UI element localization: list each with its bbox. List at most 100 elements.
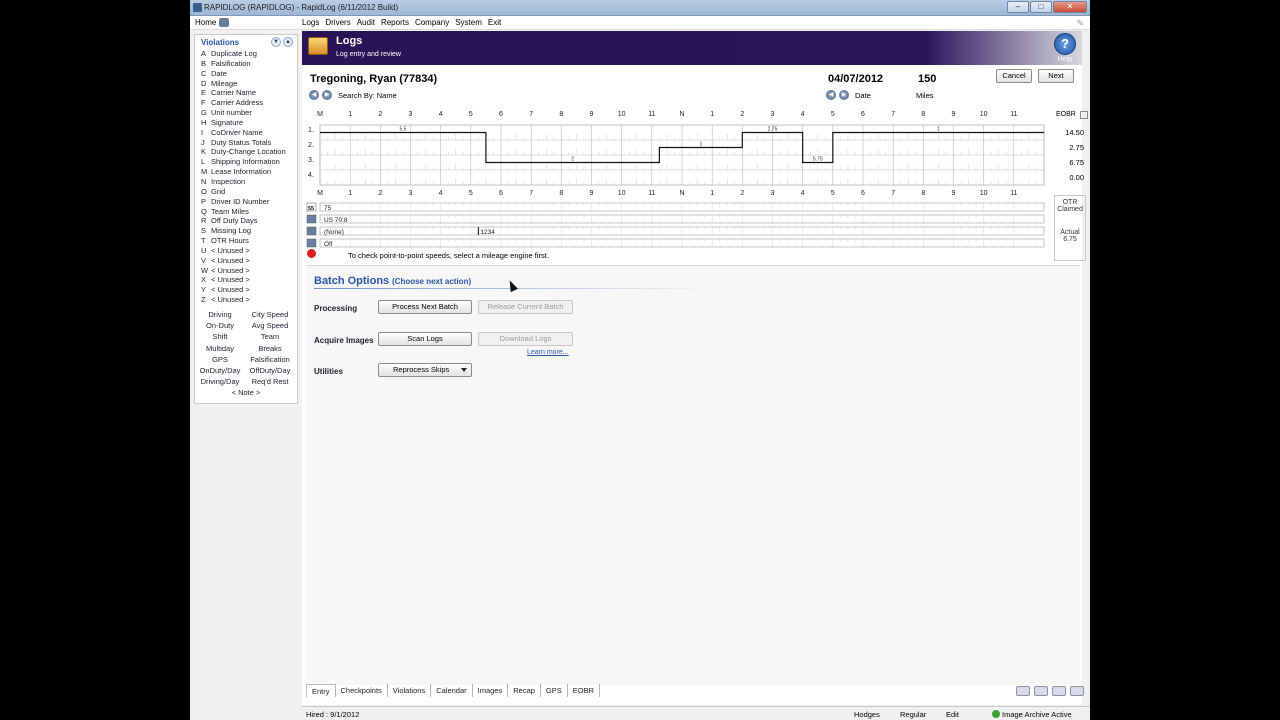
violation-item[interactable]: T OTR Hours xyxy=(201,236,297,246)
printer-icon[interactable] xyxy=(1052,686,1066,696)
violation-category[interactable]: City Speed xyxy=(245,309,295,320)
menu-audit[interactable]: Audit xyxy=(357,18,375,27)
violation-item[interactable]: S Missing Log xyxy=(201,226,297,236)
release-current-batch-button[interactable]: Release Current Batch xyxy=(478,300,573,314)
tab-calendar[interactable]: Calendar xyxy=(431,684,473,697)
violation-category[interactable]: Falsification xyxy=(245,354,295,365)
violation-category[interactable]: OffDuty/Day xyxy=(245,365,295,376)
violation-item[interactable]: K Duty-Change Location xyxy=(201,147,297,157)
hour-label: 9 xyxy=(590,111,594,118)
menu-exit[interactable]: Exit xyxy=(488,18,501,27)
violation-category[interactable]: On-Duty xyxy=(195,320,245,331)
learn-more-link[interactable]: Learn more... xyxy=(527,349,569,356)
violation-key: W xyxy=(201,265,209,275)
violation-item[interactable]: I CoDriver Name xyxy=(201,128,297,138)
violation-categories: Driving City Speed On-Duty Avg Speed Shift Te… xyxy=(195,309,297,387)
eobr-checkbox[interactable] xyxy=(1080,111,1088,119)
violation-item[interactable]: W < Unused > xyxy=(201,266,297,276)
violation-item[interactable]: Q Team Miles xyxy=(201,207,297,217)
tab-violations[interactable]: Violations xyxy=(388,684,432,697)
menu-drivers[interactable]: Drivers xyxy=(325,18,350,27)
tab-entry[interactable]: Entry xyxy=(306,684,336,697)
violation-item[interactable]: Y < Unused > xyxy=(201,285,297,295)
violation-item[interactable]: Z < Unused > xyxy=(201,295,297,305)
miles-label: Miles xyxy=(916,91,934,100)
tab-recap[interactable]: Recap xyxy=(508,684,541,697)
violation-item[interactable]: G Unit number xyxy=(201,108,297,118)
hour-label: 4 xyxy=(801,190,805,197)
menu-company[interactable]: Company xyxy=(415,18,449,27)
menu-logs[interactable]: Logs xyxy=(302,18,319,27)
violation-item[interactable]: D Mileage xyxy=(201,79,297,89)
violation-category[interactable]: Multiday xyxy=(195,343,245,354)
hour-label: 6 xyxy=(861,190,865,197)
violation-key: D xyxy=(201,78,207,88)
reprocess-skips-dropdown[interactable]: Reprocess Skips xyxy=(378,363,472,377)
otr-actual-label: Actual xyxy=(1060,229,1080,236)
edit-status: Edit xyxy=(946,710,959,719)
dropdown-icon[interactable]: ▼ xyxy=(271,37,281,47)
truck-icon[interactable] xyxy=(1034,686,1048,696)
violation-item[interactable]: B Falsification xyxy=(201,59,297,69)
hour-label: 7 xyxy=(891,111,895,118)
help-icon[interactable]: ? xyxy=(1054,33,1076,55)
scan-logs-button[interactable]: Scan Logs xyxy=(378,332,472,346)
next-button[interactable]: Next xyxy=(1038,69,1074,83)
violation-item[interactable]: R Off Duty Days xyxy=(201,216,297,226)
strip-value: (None) xyxy=(324,229,344,236)
duty-total: 14.50 xyxy=(1065,128,1084,137)
cancel-button[interactable]: Cancel xyxy=(996,69,1032,83)
maximize-button[interactable]: □ xyxy=(1030,1,1052,13)
download-logs-button[interactable]: Download Logs xyxy=(478,332,573,346)
duty-status-graph[interactable]: M 1 2 3 4 5 6 7 8 9 10 11 N 1 2 3 4 5 6 7 8 9 10 11M 1 2 3 4 5 6 7 8 9 10… xyxy=(302,109,1052,259)
violations-title: Violations xyxy=(201,37,240,47)
process-next-batch-button[interactable]: Process Next Batch xyxy=(378,300,472,314)
note-link[interactable]: < Note > xyxy=(195,388,297,397)
violation-category[interactable]: Driving xyxy=(195,309,245,320)
violation-item[interactable]: C Date xyxy=(201,69,297,79)
violation-item[interactable]: L Shipping Information xyxy=(201,157,297,167)
violation-category[interactable]: Shift xyxy=(195,331,245,342)
violation-category[interactable]: GPS xyxy=(195,354,245,365)
violation-item[interactable]: A Duplicate Log xyxy=(201,49,297,59)
prev-date-icon[interactable]: ◀ xyxy=(826,90,836,100)
violation-category[interactable]: Team xyxy=(245,331,295,342)
help-label[interactable]: Help xyxy=(1058,56,1072,63)
violation-category[interactable]: Avg Speed xyxy=(245,320,295,331)
violation-item[interactable]: U < Unused > xyxy=(201,246,297,256)
violation-category[interactable]: OnDuty/Day xyxy=(195,365,245,376)
violation-category[interactable]: Req'd Rest xyxy=(245,376,295,387)
prev-driver-icon[interactable]: ◀ xyxy=(309,90,319,100)
tab-images[interactable]: Images xyxy=(473,684,509,697)
home-menu[interactable]: Home xyxy=(195,18,230,27)
menu-reports[interactable]: Reports xyxy=(381,18,409,27)
violation-item[interactable]: V < Unused > xyxy=(201,256,297,266)
menu-system[interactable]: System xyxy=(455,18,482,27)
hour-label: 2 xyxy=(740,111,744,118)
close-button[interactable]: ✕ xyxy=(1053,1,1087,13)
violation-item[interactable]: H Signature xyxy=(201,118,297,128)
violation-item[interactable]: F Carrier Address xyxy=(201,98,297,108)
violation-item[interactable]: M Lease Information xyxy=(201,167,297,177)
tab-eobr[interactable]: EOBR xyxy=(568,684,601,697)
minimize-button[interactable]: – xyxy=(1007,1,1029,13)
violation-item[interactable]: E Carrier Name xyxy=(201,88,297,98)
hour-label: 7 xyxy=(529,190,533,197)
tab-gps[interactable]: GPS xyxy=(541,684,568,697)
violation-item[interactable]: O Grid xyxy=(201,187,297,197)
violation-category[interactable]: Breaks xyxy=(245,343,295,354)
next-driver-icon[interactable]: ▶ xyxy=(322,90,332,100)
scanner-icon[interactable] xyxy=(1016,686,1030,696)
tools-icon[interactable] xyxy=(1070,686,1084,696)
wrench-icon[interactable]: ✎ xyxy=(1076,18,1084,29)
strip-value: Off xyxy=(324,241,333,248)
violation-item[interactable]: X < Unused > xyxy=(201,275,297,285)
tab-checkpoints[interactable]: Checkpoints xyxy=(336,684,388,697)
violation-key: N xyxy=(201,176,207,186)
next-date-icon[interactable]: ▶ xyxy=(839,90,849,100)
violation-category[interactable]: Driving/Day xyxy=(195,376,245,387)
violation-item[interactable]: N Inspection xyxy=(201,177,297,187)
collapse-icon[interactable]: ▲ xyxy=(283,37,293,47)
violation-item[interactable]: P Driver ID Number xyxy=(201,197,297,207)
violation-item[interactable]: J Duty Status Totals xyxy=(201,138,297,148)
